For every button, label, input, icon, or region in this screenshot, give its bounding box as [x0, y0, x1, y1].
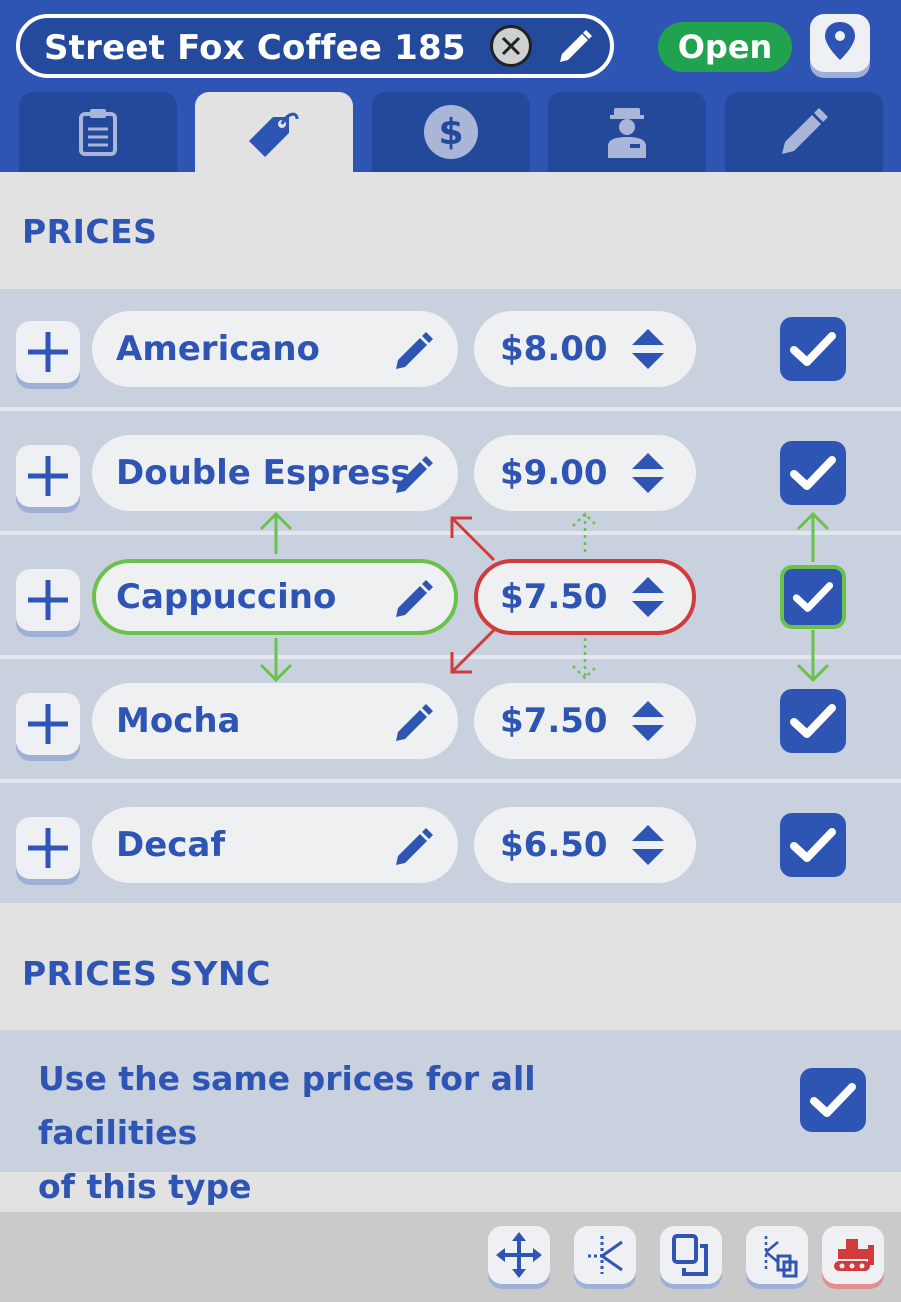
prices-sync-description: Use the same prices for all facilities o…	[38, 1052, 688, 1214]
plus-icon	[28, 580, 68, 620]
add-item-button[interactable]	[16, 693, 80, 755]
facility-name-field[interactable]: Street Fox Coffee 185	[16, 14, 614, 78]
item-name-field[interactable]: Americano	[92, 311, 458, 387]
tab-finances[interactable]: $	[372, 92, 530, 172]
item-price: $9.00	[500, 453, 608, 493]
pencil-icon[interactable]	[392, 701, 436, 745]
pencil-icon[interactable]	[392, 825, 436, 869]
add-item-button[interactable]	[16, 817, 80, 879]
pencil-icon[interactable]	[392, 453, 436, 497]
item-price-field[interactable]: $9.00	[474, 435, 696, 511]
item-name: Double Espress	[116, 453, 411, 493]
header-bar: Street Fox Coffee 185 Open $	[0, 0, 901, 172]
up-down-arrows-icon[interactable]	[630, 823, 666, 867]
prices-sync-line-2: of this type	[38, 1167, 252, 1206]
item-price-field[interactable]: $7.50	[474, 559, 696, 635]
bulldozer-icon	[834, 1239, 874, 1271]
staff-icon	[608, 108, 646, 158]
status-badge[interactable]: Open	[658, 22, 792, 72]
item-name-field[interactable]: Decaf	[92, 807, 458, 883]
up-down-arrows-icon[interactable]	[630, 575, 666, 619]
prices-sync-title: PRICES SYNC	[22, 954, 271, 993]
pencil-icon	[782, 108, 828, 154]
move-button[interactable]	[488, 1226, 550, 1284]
item-price: $7.50	[500, 701, 608, 741]
footer-toolbar	[0, 1212, 901, 1302]
checkmark-icon	[790, 704, 836, 738]
price-row: Americano $8.00	[0, 289, 901, 409]
dollar-icon: $	[424, 105, 478, 159]
checkmark-icon	[790, 332, 836, 366]
copy-settings-button[interactable]	[746, 1226, 808, 1284]
prices-sync-checkbox[interactable]	[800, 1068, 866, 1132]
add-item-button[interactable]	[16, 445, 80, 507]
pencil-icon[interactable]	[392, 577, 436, 621]
prices-sync-line-1: Use the same prices for all facilities	[38, 1059, 536, 1152]
edit-name-button[interactable]	[552, 26, 596, 70]
item-name: Cappuccino	[116, 577, 337, 617]
add-item-button[interactable]	[16, 569, 80, 631]
copy-settings-icon	[764, 1236, 798, 1278]
move-icon	[496, 1232, 542, 1278]
item-name: Mocha	[116, 701, 241, 741]
price-row: Double Espress $9.00	[0, 413, 901, 533]
checkmark-icon	[792, 582, 834, 612]
item-name-field[interactable]: Cappuccino	[92, 559, 458, 635]
close-icon	[501, 36, 521, 56]
checkmark-icon	[790, 828, 836, 862]
pencil-icon	[560, 30, 592, 62]
item-price: $6.50	[500, 825, 608, 865]
prices-title: PRICES	[22, 212, 158, 251]
copy-button[interactable]	[660, 1226, 722, 1284]
tab-info[interactable]	[19, 92, 177, 172]
price-tag-icon	[249, 112, 299, 157]
plus-icon	[28, 828, 68, 868]
add-item-button[interactable]	[16, 321, 80, 383]
item-name-field[interactable]: Mocha	[92, 683, 458, 759]
demolish-button[interactable]	[822, 1226, 884, 1284]
clear-name-button[interactable]	[490, 25, 532, 67]
prices-sync-panel: Use the same prices for all facilities o…	[0, 1030, 901, 1206]
item-enabled-checkbox[interactable]	[780, 565, 846, 629]
svg-text:$: $	[438, 112, 463, 153]
item-enabled-checkbox[interactable]	[780, 689, 846, 753]
checkmark-icon	[790, 456, 836, 490]
item-price: $8.00	[500, 329, 608, 369]
tab-edit[interactable]	[725, 92, 883, 172]
map-pin-icon	[825, 22, 855, 60]
prices-list: Americano $8.00 Double Espress $9.00 Cap…	[0, 289, 901, 903]
item-price: $7.50	[500, 577, 608, 617]
up-down-arrows-icon[interactable]	[630, 451, 666, 495]
facility-name: Street Fox Coffee 185	[44, 28, 466, 68]
plus-icon	[28, 704, 68, 744]
pencil-icon[interactable]	[392, 329, 436, 373]
price-row-selected: Cappuccino $7.50	[0, 537, 901, 657]
item-price-field[interactable]: $8.00	[474, 311, 696, 387]
item-price-field[interactable]: $7.50	[474, 683, 696, 759]
rotate-icon	[588, 1236, 623, 1274]
up-down-arrows-icon[interactable]	[630, 327, 666, 371]
item-name: Decaf	[116, 825, 226, 865]
item-name-field[interactable]: Double Espress	[92, 435, 458, 511]
plus-icon	[28, 332, 68, 372]
tab-staff[interactable]	[548, 92, 706, 172]
plus-icon	[28, 456, 68, 496]
price-row: Decaf $6.50	[0, 785, 901, 905]
checkmark-icon	[810, 1083, 856, 1117]
price-row: Mocha $7.50	[0, 661, 901, 781]
item-price-field[interactable]: $6.50	[474, 807, 696, 883]
tab-prices[interactable]	[195, 92, 353, 172]
copy-icon	[672, 1234, 708, 1276]
up-down-arrows-icon[interactable]	[630, 699, 666, 743]
clipboard-icon	[79, 109, 117, 156]
item-name: Americano	[116, 329, 320, 369]
item-enabled-checkbox[interactable]	[780, 813, 846, 877]
item-enabled-checkbox[interactable]	[780, 441, 846, 505]
locate-button[interactable]	[810, 14, 870, 72]
item-enabled-checkbox[interactable]	[780, 317, 846, 381]
rotate-button[interactable]	[574, 1226, 636, 1284]
